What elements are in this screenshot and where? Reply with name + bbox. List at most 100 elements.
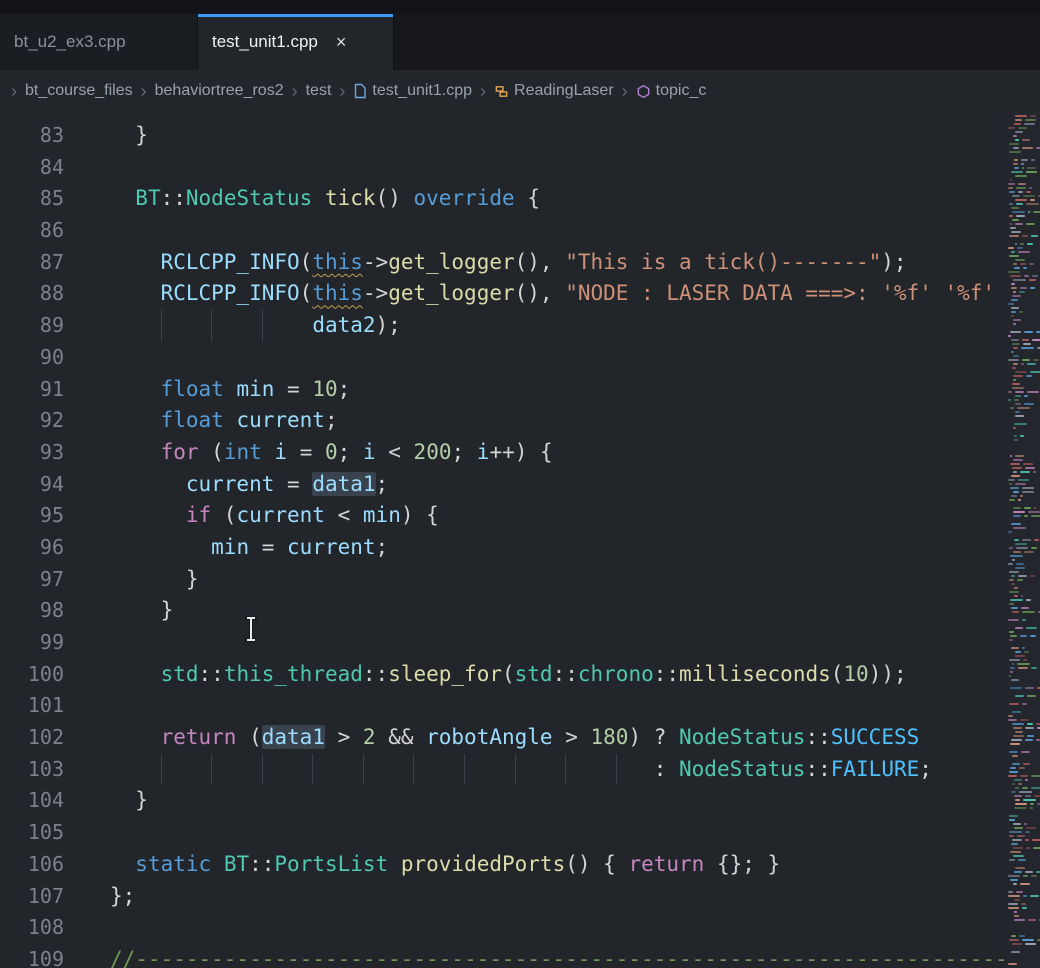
code-line[interactable]: 88 RCLCPP_INFO(this->get_logger(), "NODE…	[0, 278, 1040, 310]
code-token: <	[376, 440, 414, 464]
code-token: (	[236, 725, 261, 749]
code-line[interactable]: 100 std::this_thread::sleep_for(std::chr…	[0, 659, 1040, 691]
code-line[interactable]: 87 RCLCPP_INFO(this->get_logger(), "This…	[0, 247, 1040, 279]
line-number[interactable]: 109	[0, 944, 64, 968]
code-line[interactable]: 109//-----------------------------------…	[0, 944, 1040, 968]
code-line[interactable]: 95 if (current < min) {	[0, 500, 1040, 532]
line-number[interactable]: 93	[0, 437, 64, 469]
code-token	[110, 377, 161, 401]
code-text: for (int i = 0; i < 200; i++) {	[64, 437, 553, 469]
code-line[interactable]: 90	[0, 342, 1040, 374]
code-line[interactable]: 104 }	[0, 785, 1040, 817]
code-token: };	[110, 884, 135, 908]
line-number[interactable]: 88	[0, 278, 64, 310]
code-text: current = data1;	[64, 469, 388, 501]
code-line[interactable]: 89 data2);	[0, 310, 1040, 342]
code-line[interactable]: 97 }	[0, 564, 1040, 596]
line-number[interactable]: 97	[0, 564, 64, 596]
code-line[interactable]: 84	[0, 152, 1040, 184]
code-token: data1	[312, 472, 375, 496]
code-token: return	[161, 725, 237, 749]
line-number[interactable]: 96	[0, 532, 64, 564]
line-number[interactable]: 94	[0, 469, 64, 501]
code-line[interactable]: 96 min = current;	[0, 532, 1040, 564]
code-line[interactable]: 98 }	[0, 595, 1040, 627]
code-token: milliseconds	[679, 662, 831, 686]
line-number[interactable]: 90	[0, 342, 64, 374]
line-number[interactable]: 85	[0, 183, 64, 215]
line-number[interactable]: 105	[0, 817, 64, 849]
line-number[interactable]: 91	[0, 374, 64, 406]
code-token: &&	[376, 725, 427, 749]
line-number[interactable]: 86	[0, 215, 64, 247]
code-line[interactable]: 107};	[0, 881, 1040, 913]
line-number[interactable]: 95	[0, 500, 64, 532]
breadcrumb-item-bt_course_files[interactable]: bt_course_files	[25, 82, 133, 100]
line-number[interactable]: 103	[0, 754, 64, 786]
line-number[interactable]: 89	[0, 310, 64, 342]
code-line[interactable]: 101	[0, 690, 1040, 722]
line-number[interactable]: 92	[0, 405, 64, 437]
code-token	[211, 754, 262, 786]
code-token: if	[186, 503, 211, 527]
code-token: ;	[325, 408, 338, 432]
code-line[interactable]: 105	[0, 817, 1040, 849]
line-number[interactable]: 87	[0, 247, 64, 279]
code-line[interactable]: 99	[0, 627, 1040, 659]
code-line[interactable]: 108	[0, 912, 1040, 944]
breadcrumb-item-method[interactable]: topic_c	[636, 82, 707, 100]
breadcrumb-item-class[interactable]: ReadingLaser	[494, 82, 614, 100]
code-line[interactable]: 86	[0, 215, 1040, 247]
line-number[interactable]: 83	[0, 120, 64, 152]
code-token: (	[300, 281, 313, 305]
breadcrumb-item-test[interactable]: test	[306, 82, 332, 100]
code-token	[312, 186, 325, 210]
code-token: float	[161, 408, 224, 432]
line-number[interactable]: 108	[0, 912, 64, 944]
cpp-file-icon	[353, 83, 367, 99]
breadcrumb-item-behaviortree_ros2[interactable]: behaviortree_ros2	[155, 82, 284, 100]
code-token: "This is a tick()-------"	[565, 250, 881, 274]
tab-test_unit1[interactable]: test_unit1.cpp ×	[198, 14, 394, 70]
code-token	[464, 754, 515, 786]
code-token: current	[236, 503, 325, 527]
code-token: ::	[805, 757, 830, 781]
tab-bt_u2_ex3[interactable]: bt_u2_ex3.cpp	[0, 14, 198, 70]
code-line[interactable]: 102 return (data1 > 2 && robotAngle > 18…	[0, 722, 1040, 754]
code-token	[262, 440, 275, 464]
code-line[interactable]: 94 current = data1;	[0, 469, 1040, 501]
line-number[interactable]: 104	[0, 785, 64, 817]
code-text: std::this_thread::sleep_for(std::chrono:…	[64, 659, 907, 691]
close-icon[interactable]: ×	[332, 31, 351, 53]
breadcrumb-item-file[interactable]: test_unit1.cpp	[353, 82, 472, 100]
line-number[interactable]: 102	[0, 722, 64, 754]
method-icon	[636, 84, 651, 99]
code-token: (	[199, 440, 224, 464]
code-line[interactable]: 106 static BT::PortsList providedPorts()…	[0, 849, 1040, 881]
code-line[interactable]: 93 for (int i = 0; i < 200; i++) {	[0, 437, 1040, 469]
code-line[interactable]: 83 }	[0, 120, 1040, 152]
line-number[interactable]: 84	[0, 152, 64, 184]
code-line[interactable]: 91 float min = 10;	[0, 374, 1040, 406]
code-text: min = current;	[64, 532, 388, 564]
code-line[interactable]: 85 BT::NodeStatus tick() override {	[0, 183, 1040, 215]
line-number[interactable]: 99	[0, 627, 64, 659]
line-number[interactable]: 101	[0, 690, 64, 722]
code-token: 200	[414, 440, 452, 464]
code-token: min	[363, 503, 401, 527]
minimap[interactable]	[1006, 112, 1040, 968]
code-token	[110, 408, 161, 432]
code-line[interactable]: 92 float current;	[0, 405, 1040, 437]
code-token: for	[161, 440, 199, 464]
code-token: std	[515, 662, 553, 686]
code-token: );	[376, 313, 401, 337]
line-number[interactable]: 98	[0, 595, 64, 627]
code-line[interactable]: 103 : NodeStatus::FAILURE;	[0, 754, 1040, 786]
code-text: }	[64, 785, 148, 817]
code-token: chrono	[578, 662, 654, 686]
line-number[interactable]: 107	[0, 881, 64, 913]
code-text: if (current < min) {	[64, 500, 439, 532]
code-token: data2	[312, 313, 375, 337]
line-number[interactable]: 106	[0, 849, 64, 881]
line-number[interactable]: 100	[0, 659, 64, 691]
